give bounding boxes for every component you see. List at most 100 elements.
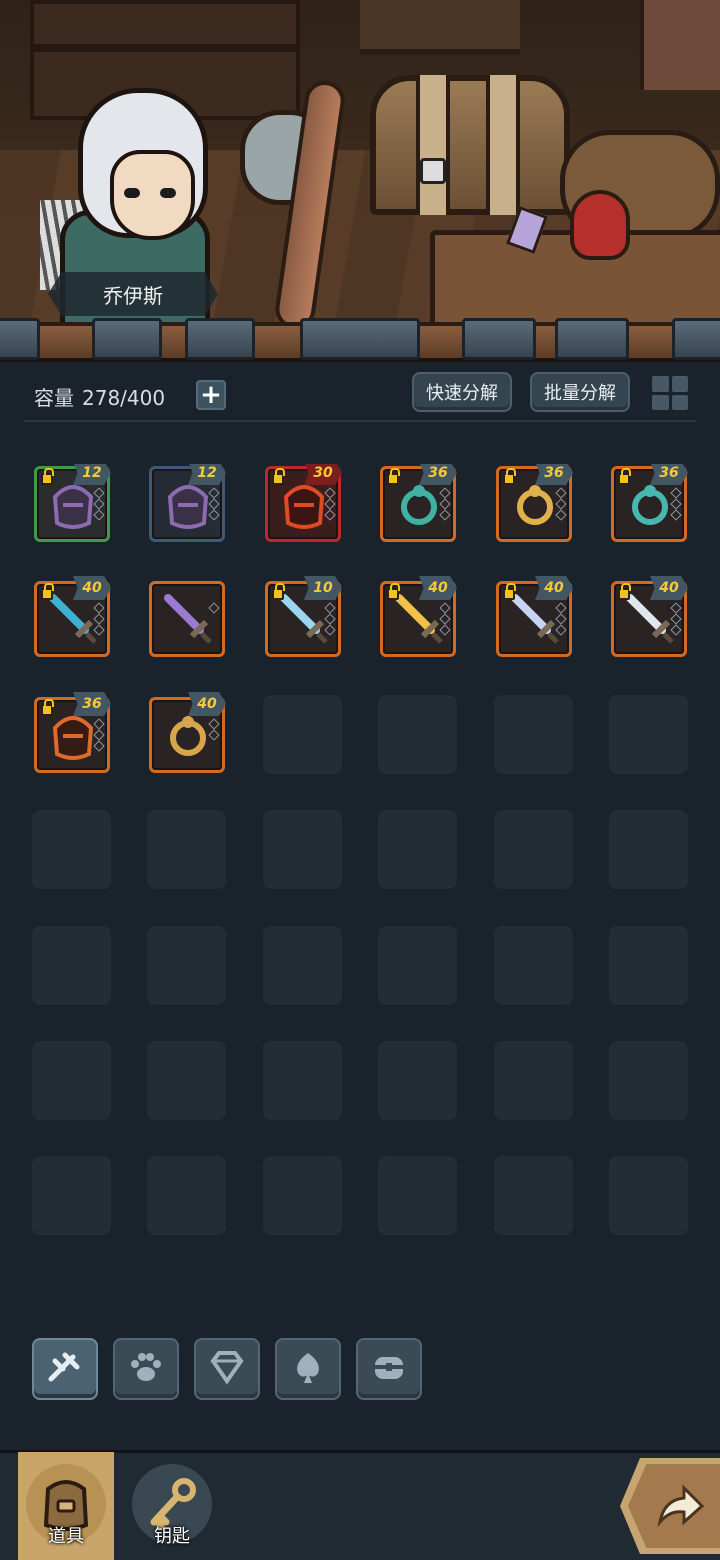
expand-capacity-button[interactable]: + [196,380,226,410]
empty-slot [494,810,573,889]
item-level-badge: 40 [419,576,457,600]
socket-diamond-icon [93,729,105,741]
empty-slot [147,1041,226,1120]
nav-items-tab[interactable]: 道具 [18,1452,114,1560]
inventory-item[interactable]: 40 [34,576,111,657]
empty-slot [378,926,457,1005]
gem-sockets [439,602,451,636]
inventory-item[interactable] [149,581,225,657]
socket-diamond-icon [324,498,336,510]
capacity-value: 278/400 [82,386,166,410]
gem-sockets [93,602,105,636]
batch-decompose-button[interactable]: 批量分解 [530,372,630,412]
empty-slot [147,1156,226,1235]
empty-slot [32,810,111,889]
chest-category-icon [369,1347,409,1391]
gem-sockets [555,602,567,636]
inventory-item[interactable]: 12 [149,464,226,542]
socket-diamond-icon [324,602,336,614]
socket-diamond-icon [439,487,451,499]
gem-sockets [93,718,105,752]
empty-slot [147,926,226,1005]
inventory-item[interactable]: 40 [496,576,573,657]
socket-diamond-icon [93,718,105,730]
empty-slot [494,1041,573,1120]
paw-category-icon [126,1347,166,1391]
inventory-item[interactable]: 36 [34,692,111,773]
socket-diamond-icon [555,487,567,499]
inventory-item[interactable]: 36 [380,464,457,542]
empty-slot [263,1041,342,1120]
quick-decompose-button[interactable]: 快速分解 [412,372,512,412]
beam-bracket [555,318,629,360]
gem-sockets [324,487,336,521]
lock-icon [503,468,516,485]
category-tab[interactable] [356,1338,422,1400]
socket-diamond-icon [555,498,567,510]
socket-diamond-icon [324,487,336,499]
grid-view-icon[interactable] [650,374,690,412]
socket-diamond-icon [324,613,336,625]
beam-bracket [672,318,720,360]
inventory-item[interactable]: 30 [265,464,342,542]
item-level-badge: 40 [650,576,688,600]
socket-diamond-icon [324,509,336,521]
socket-diamond-icon [208,718,220,730]
beam-bracket [300,318,420,360]
inventory-item[interactable]: 40 [149,692,226,773]
socket-diamond-icon [208,487,220,499]
nav-keys-tab[interactable]: 钥匙 [124,1452,220,1560]
socket-diamond-icon [439,602,451,614]
socket-diamond-icon [93,602,105,614]
socket-diamond-icon [93,509,105,521]
inventory-item[interactable]: 12 [34,464,111,542]
socket-diamond-icon [670,613,682,625]
empty-slot [609,695,688,774]
empty-slot [609,926,688,1005]
nav-items-label: 道具 [48,1526,84,1547]
lock-icon [387,468,400,485]
gem-sockets [670,602,682,636]
inventory-item[interactable]: 36 [611,464,688,542]
beam-bracket [185,318,255,360]
socket-diamond-icon [555,624,567,636]
socket-diamond-icon [555,602,567,614]
category-tab[interactable] [113,1338,179,1400]
socket-diamond-icon [670,498,682,510]
lock-icon [272,468,285,485]
inventory-item[interactable]: 40 [611,576,688,657]
hero-name: 乔伊斯 [103,283,163,308]
item-level-badge: 40 [535,576,573,600]
item-level-badge: 36 [650,464,688,485]
inventory-item[interactable]: 36 [496,464,573,542]
item-level-badge: 36 [419,464,457,485]
socket-diamond-icon [670,602,682,614]
socket-diamond-icon [208,602,220,614]
item-level-badge: 40 [188,692,226,716]
category-tab[interactable] [275,1338,341,1400]
empty-slot [378,810,457,889]
item-level-badge: 30 [304,464,342,485]
inventory-toolbar: 容量 278/400 + 快速分解 批量分解 [24,364,696,422]
hero-name-banner: 乔伊斯 [48,272,218,316]
socket-diamond-icon [93,740,105,752]
empty-slot [147,810,226,889]
socket-diamond-icon [555,613,567,625]
item-level-badge: 36 [535,464,573,485]
category-tab[interactable] [194,1338,260,1400]
empty-slot [494,926,573,1005]
item-level-badge: 36 [73,692,111,716]
inventory-item[interactable]: 10 [265,576,342,657]
socket-diamond-icon [439,509,451,521]
socket-diamond-icon [93,613,105,625]
socket-diamond-icon [439,624,451,636]
treasure-chest [370,75,570,215]
red-potion [570,190,630,260]
empty-slot [32,926,111,1005]
socket-diamond-icon [208,498,220,510]
share-arrow-icon [657,1484,705,1528]
next-button[interactable] [620,1458,720,1554]
inventory-item[interactable]: 40 [380,576,457,657]
gem-sockets [555,487,567,521]
category-tab[interactable] [32,1338,98,1400]
